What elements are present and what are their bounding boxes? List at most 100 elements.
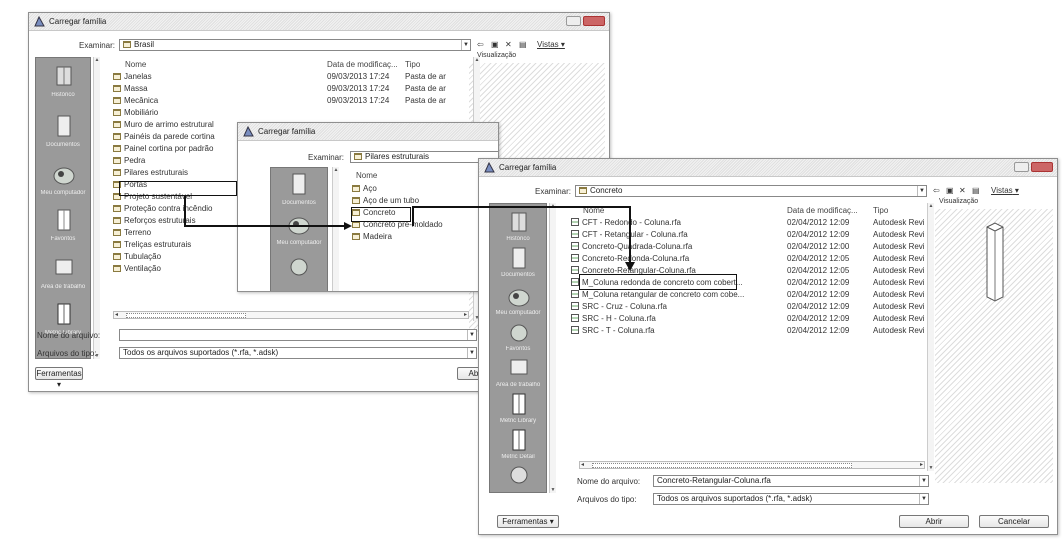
tools-button[interactable]: Ferramentas ▾ xyxy=(35,367,83,389)
place-history[interactable] xyxy=(50,64,78,90)
place-label: Favoritos xyxy=(505,346,531,352)
close-button[interactable] xyxy=(1031,162,1053,172)
place-folder[interactable] xyxy=(505,462,533,488)
library-icon xyxy=(512,393,526,415)
place-documents[interactable] xyxy=(505,246,533,272)
help-button[interactable] xyxy=(566,16,581,26)
file-type-cell: Autodesk Revi xyxy=(873,278,925,287)
file-row[interactable]: Concreto-Quadrada-Coluna.rfa 02/04/2012 1… xyxy=(565,241,925,253)
title-bar[interactable]: Carregar família xyxy=(29,13,609,31)
place-documents[interactable] xyxy=(50,114,78,140)
file-rows: Aço Aço de um tubo Concreto Concreto pré-mo… xyxy=(346,183,496,283)
folder-icon xyxy=(113,85,121,92)
place-history[interactable] xyxy=(505,210,533,236)
place-label: Histórico xyxy=(51,92,75,98)
arrow-head-icon xyxy=(625,262,635,271)
look-in-dropdown[interactable]: Concreto ▼ xyxy=(575,185,927,197)
column-date[interactable]: Data de modificaç... xyxy=(787,206,858,215)
file-row[interactable]: Janelas 09/03/2013 17:24 Pasta de ar xyxy=(107,71,467,83)
file-row[interactable]: Mecânica 09/03/2013 17:24 Pasta de ar xyxy=(107,95,467,107)
file-row[interactable]: CFT - Redondo - Coluna.rfa 02/04/2012 12:… xyxy=(565,217,925,229)
file-row[interactable]: Mobiliário xyxy=(107,107,467,119)
filetype-label: Arquivos do tipo: xyxy=(577,495,637,504)
up-folder-icon[interactable]: ▣ xyxy=(491,40,499,49)
delete-icon[interactable]: ✕ xyxy=(959,186,966,195)
dialog-title: Carregar família xyxy=(49,17,107,26)
file-row[interactable]: SRC - Cruz - Coluna.rfa 02/04/2012 12:09 A… xyxy=(565,301,925,313)
place-library[interactable] xyxy=(50,302,78,328)
highlight-selected-file xyxy=(579,274,737,290)
place-computer[interactable] xyxy=(505,284,533,310)
desktop-icon xyxy=(55,259,73,275)
new-folder-icon[interactable]: ▤ xyxy=(972,186,980,195)
folder-icon xyxy=(113,121,121,128)
file-list-scrollbar[interactable]: ▲ ▼ xyxy=(927,203,934,471)
file-row[interactable]: Concreto-Redonda-Coluna.rfa 02/04/2012 12… xyxy=(565,253,925,265)
filename-input[interactable]: Concreto-Retangular-Coluna.rfa ▼ xyxy=(653,475,929,487)
place-library[interactable] xyxy=(505,392,533,418)
place-label: Documentos xyxy=(282,200,316,206)
column-name[interactable]: Nome xyxy=(125,60,146,69)
back-icon[interactable]: ⇦ xyxy=(477,40,484,49)
place-label: Meu computador xyxy=(276,240,322,246)
file-list-hscrollbar[interactable]: ◂ ▸ xyxy=(579,461,925,469)
column-type[interactable]: Tipo xyxy=(405,60,420,69)
place-favorites[interactable] xyxy=(505,320,533,346)
folder-icon xyxy=(352,233,360,240)
family-file-icon xyxy=(571,242,579,250)
tools-button[interactable]: Ferramentas ▾ xyxy=(497,515,559,528)
file-row[interactable]: Massa 09/03/2013 17:24 Pasta de ar xyxy=(107,83,467,95)
look-in-dropdown[interactable]: Pilares estruturais xyxy=(350,151,498,163)
file-name-cell: SRC - T - Coluna.rfa xyxy=(571,325,771,337)
file-row[interactable]: SRC - T - Coluna.rfa 02/04/2012 12:09 Auto… xyxy=(565,325,925,337)
place-documents[interactable] xyxy=(285,172,313,198)
filetype-dropdown[interactable]: Todos os arquivos suportados (*.rfa, *.a… xyxy=(119,347,477,359)
views-menu[interactable]: Vistas ▾ xyxy=(991,186,1019,195)
file-row[interactable]: Aço xyxy=(346,183,496,195)
computer-icon xyxy=(508,289,530,307)
file-row[interactable]: CFT - Retangular - Coluna.rfa 02/04/2012 … xyxy=(565,229,925,241)
filename-input[interactable]: ▼ xyxy=(119,329,477,341)
places-scrollbar[interactable]: ▲▼ xyxy=(93,57,100,359)
dialog-title: Carregar família xyxy=(258,127,316,136)
file-date-cell: 09/03/2013 17:24 xyxy=(327,72,390,81)
column-type[interactable]: Tipo xyxy=(873,206,888,215)
family-file-icon xyxy=(571,230,579,238)
views-menu[interactable]: Vistas ▾ xyxy=(537,40,565,49)
open-button[interactable]: Abrir xyxy=(899,515,969,528)
file-rows: CFT - Redondo - Coluna.rfa 02/04/2012 12:… xyxy=(565,217,925,463)
place-detail[interactable] xyxy=(505,428,533,454)
close-button[interactable] xyxy=(583,16,605,26)
highlight-pilares xyxy=(119,181,237,196)
new-folder-icon[interactable]: ▤ xyxy=(519,40,527,49)
column-date[interactable]: Data de modificaç... xyxy=(327,60,398,69)
back-icon[interactable]: ⇦ xyxy=(933,186,940,195)
app-icon xyxy=(484,162,495,173)
place-computer[interactable] xyxy=(50,162,78,188)
place-desktop[interactable] xyxy=(50,256,78,282)
places-scrollbar[interactable]: ▲ xyxy=(332,167,339,291)
file-row[interactable]: M_Coluna retangular de concreto com cobe… xyxy=(565,289,925,301)
cancel-button[interactable]: Cancelar xyxy=(979,515,1049,528)
preview-label: Visualização xyxy=(477,52,517,59)
filetype-dropdown[interactable]: Todos os arquivos suportados (*.rfa, *.a… xyxy=(653,493,929,505)
file-list-hscrollbar[interactable]: ◂ ▸ xyxy=(113,311,469,319)
title-bar[interactable]: Carregar família xyxy=(479,159,1057,177)
title-bar[interactable]: Carregar família xyxy=(238,123,498,141)
help-button[interactable] xyxy=(1014,162,1029,172)
place-label: Documentos xyxy=(46,142,80,148)
places-scrollbar[interactable]: ▲▼ xyxy=(549,203,556,493)
file-row[interactable]: Madeira xyxy=(346,231,496,243)
column-name[interactable]: Nome xyxy=(356,171,377,180)
documents-icon xyxy=(512,247,526,269)
file-date-cell: 02/04/2012 12:09 xyxy=(787,314,850,323)
place-favorites[interactable] xyxy=(50,208,78,234)
delete-icon[interactable]: ✕ xyxy=(505,40,512,49)
file-name-cell: Mecânica xyxy=(113,95,313,107)
look-in-dropdown[interactable]: Brasil ▼ xyxy=(119,39,471,51)
place-desktop[interactable] xyxy=(505,356,533,382)
file-row[interactable]: SRC - H - Coluna.rfa 02/04/2012 12:09 Auto… xyxy=(565,313,925,325)
up-folder-icon[interactable]: ▣ xyxy=(946,186,954,195)
file-name-cell: Janelas xyxy=(113,71,313,83)
place-favorites[interactable] xyxy=(285,254,313,280)
